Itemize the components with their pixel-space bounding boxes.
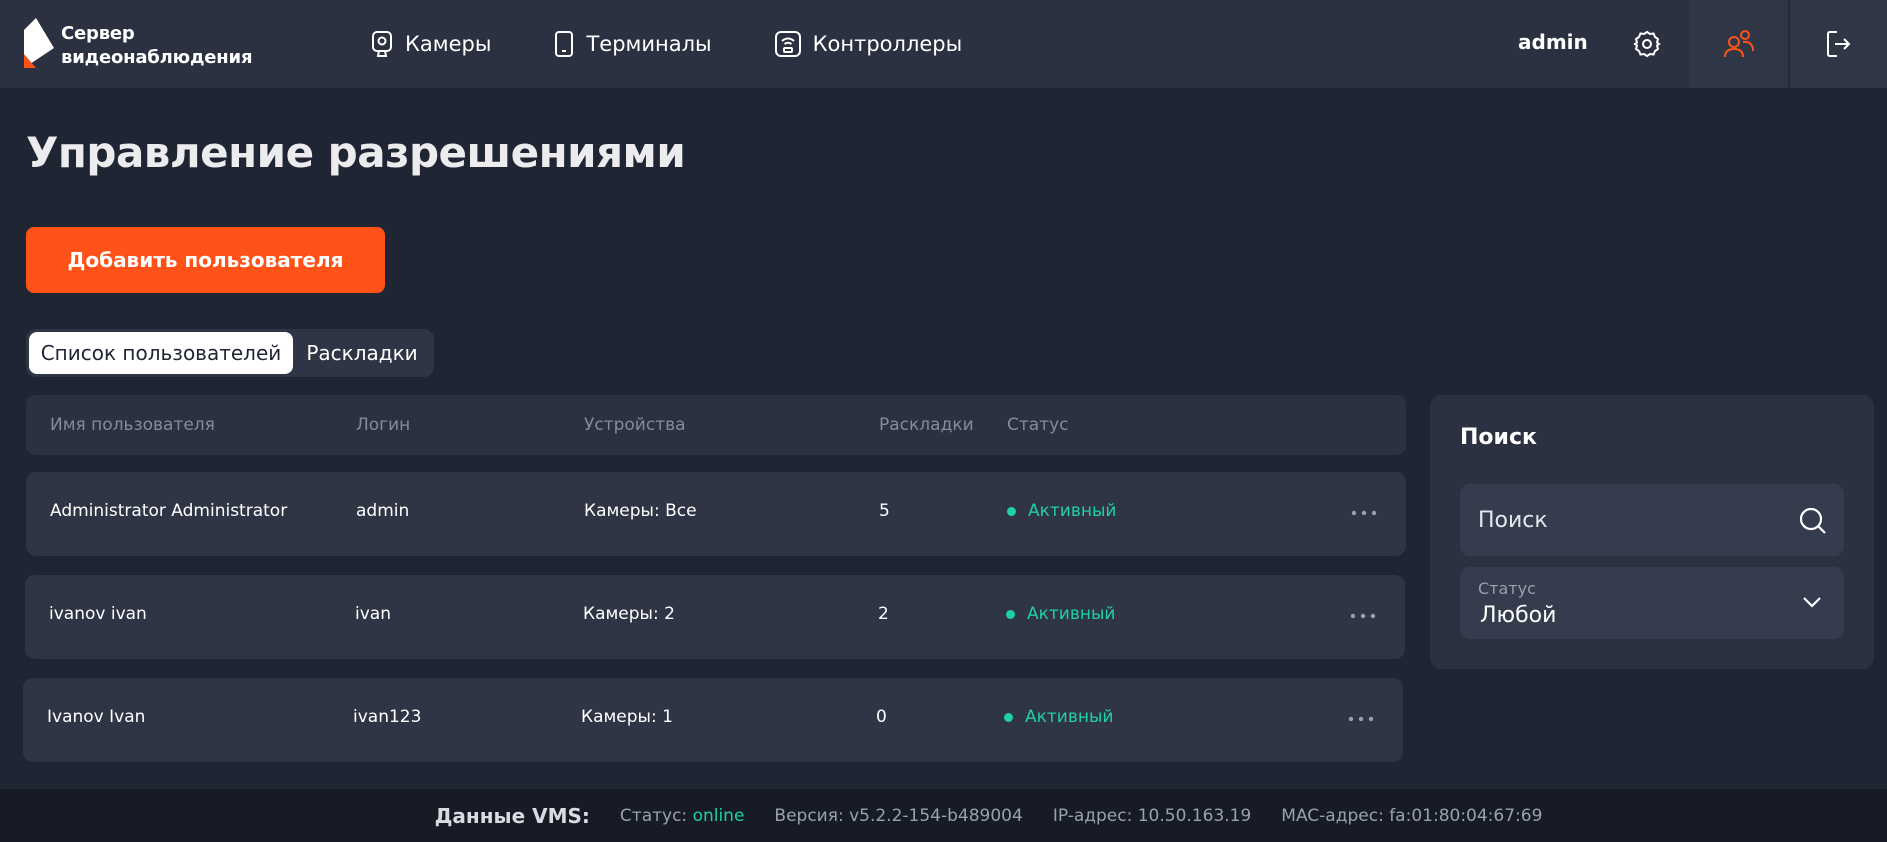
user-devices: Камеры: 2 (583, 604, 675, 624)
user-devices: Камеры: Все (584, 501, 697, 521)
user-devices: Камеры: 1 (581, 707, 673, 727)
search-panel: Поиск Статус Любой (1430, 395, 1874, 669)
table-header: Имя пользователя Логин Устройства Раскла… (26, 395, 1406, 455)
app-title: Сервер видеонаблюдения (61, 22, 253, 70)
tablet-icon (555, 31, 574, 57)
footer-title: Данные VMS: (434, 803, 590, 828)
column-header-devices[interactable]: Устройства (584, 415, 686, 435)
nav-item-controllers[interactable]: Контроллеры (774, 30, 963, 58)
footer-status: Статус: online (620, 806, 745, 826)
tab-layouts[interactable]: Раскладки (293, 332, 431, 374)
main-nav: Камеры Терминалы Контроллеры (370, 0, 1024, 88)
status-badge: Активный (1004, 707, 1113, 727)
search-box[interactable] (1460, 484, 1844, 556)
user-name: Ivanov Ivan (47, 707, 146, 727)
more-horizontal-icon (1350, 613, 1376, 619)
status-text: Активный (1028, 501, 1117, 521)
footer-status-value: online (692, 805, 745, 826)
column-header-status[interactable]: Статус (1007, 415, 1069, 435)
gear-icon (1633, 30, 1661, 58)
nav-item-label: Терминалы (586, 32, 712, 56)
status-select[interactable]: Статус Любой (1460, 567, 1844, 639)
row-more-button[interactable] (1343, 603, 1383, 629)
search-icon[interactable] (1798, 506, 1828, 536)
search-panel-title: Поиск (1460, 425, 1537, 450)
more-horizontal-icon (1348, 716, 1374, 722)
camera-icon (372, 31, 392, 57)
status-text: Активный (1027, 604, 1116, 624)
user-login: admin (356, 501, 410, 521)
status-badge: Активный (1007, 501, 1116, 521)
user-name: Administrator Administrator (50, 501, 288, 521)
nav-item-label: Камеры (405, 32, 492, 56)
status-dot-icon (1007, 506, 1016, 516)
app-title-line2: видеонаблюдения (61, 47, 253, 68)
user-layouts: 0 (876, 707, 887, 727)
search-input[interactable] (1478, 500, 1778, 540)
nav-item-label: Контроллеры (812, 32, 963, 56)
users-icon (1724, 30, 1754, 58)
user-login: ivan (355, 604, 391, 624)
app-logo[interactable]: Сервер видеонаблюдения (24, 16, 264, 72)
logout-button[interactable] (1790, 0, 1887, 88)
app-title-line1: Сервер (61, 23, 135, 44)
status-dot-icon (1004, 712, 1013, 722)
nav-item-cameras[interactable]: Камеры (370, 30, 491, 58)
logout-icon (1826, 31, 1850, 57)
row-more-button[interactable] (1341, 706, 1381, 732)
column-header-name[interactable]: Имя пользователя (50, 415, 215, 435)
user-login: ivan123 (353, 707, 422, 727)
logo-mark-icon (24, 18, 54, 68)
row-more-button[interactable] (1344, 500, 1384, 526)
add-user-button[interactable]: Добавить пользователя (26, 227, 385, 293)
table-row[interactable]: Administrator Administrator admin Камеры… (26, 472, 1406, 556)
footer-mac: MAC-адрес: fa:01:80:04:67:69 (1281, 805, 1543, 826)
current-username[interactable]: admin (1518, 30, 1588, 54)
user-name: ivanov ivan (49, 604, 147, 624)
nav-item-terminals[interactable]: Терминалы (553, 30, 712, 58)
footer-status-label: Статус: (619, 805, 688, 826)
settings-button[interactable] (1610, 0, 1684, 88)
status-select-value: Любой (1480, 603, 1557, 628)
status-footer: Данные VMS: Статус: online Версия: v5.2.… (0, 789, 1887, 842)
more-horizontal-icon (1351, 510, 1377, 516)
column-header-login[interactable]: Логин (356, 415, 410, 435)
tab-bar: Список пользователей Раскладки (26, 329, 434, 377)
user-layouts: 2 (878, 604, 889, 624)
status-badge: Активный (1006, 604, 1115, 624)
tab-user-list[interactable]: Список пользователей (29, 332, 293, 374)
status-select-label: Статус (1478, 579, 1536, 598)
user-layouts: 5 (879, 501, 890, 521)
page-title: Управление разрешениями (26, 128, 686, 177)
controller-icon (774, 31, 801, 57)
status-dot-icon (1006, 609, 1015, 619)
footer-ip: IP-адрес: 10.50.163.19 (1052, 805, 1252, 826)
top-bar: Сервер видеонаблюдения Камеры Терминалы (0, 0, 1887, 88)
chevron-down-icon (1803, 597, 1821, 608)
status-text: Активный (1025, 707, 1114, 727)
footer-version: Версия: v5.2.2-154-b489004 (774, 805, 1023, 826)
table-row[interactable]: ivanov ivan ivan Камеры: 2 2 Активный (25, 575, 1405, 659)
table-row[interactable]: Ivanov Ivan ivan123 Камеры: 1 0 Активный (23, 678, 1403, 762)
users-button[interactable] (1689, 0, 1789, 88)
column-header-layouts[interactable]: Раскладки (879, 415, 974, 435)
